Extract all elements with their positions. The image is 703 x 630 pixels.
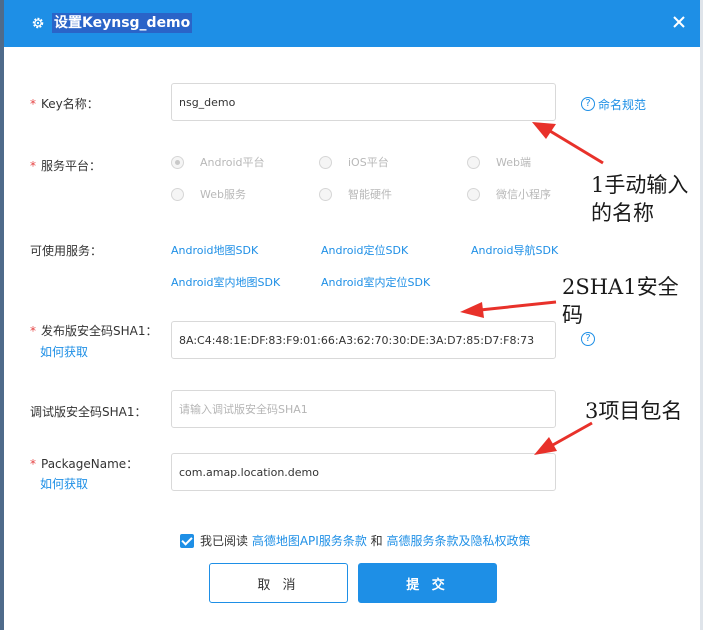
service-link-android-indoor-location[interactable]: Android室内定位SDK xyxy=(321,274,430,290)
cancel-button[interactable]: 取 消 xyxy=(209,563,348,603)
key-name-input[interactable] xyxy=(171,83,556,121)
radio-web[interactable]: Web端 xyxy=(467,154,531,170)
api-terms-link[interactable]: 高德地图API服务条款 xyxy=(252,532,367,549)
service-link-android-map[interactable]: Android地图SDK xyxy=(171,242,258,258)
radio-web-service[interactable]: Web服务 xyxy=(171,186,246,202)
service-link-android-navigation[interactable]: Android导航SDK xyxy=(471,242,558,258)
release-sha1-input[interactable] xyxy=(171,321,556,359)
service-link-android-indoor-map[interactable]: Android室内地图SDK xyxy=(171,274,280,290)
naming-rules-link[interactable]: 命名规范 xyxy=(598,96,646,113)
agreement-prefix: 我已阅读 xyxy=(200,534,249,548)
package-name-input[interactable] xyxy=(171,453,556,491)
close-icon[interactable] xyxy=(672,15,686,29)
agreement-row: 我已阅读 高德地图API服务条款 和 高德服务条款及隐私权政策 xyxy=(180,532,531,549)
radio-circle xyxy=(319,187,332,201)
help-icon[interactable]: ? xyxy=(581,97,595,111)
radio-circle xyxy=(467,155,480,169)
radio-circle xyxy=(319,155,332,169)
services-label: 可使用服务： xyxy=(30,244,103,258)
submit-button[interactable]: 提 交 xyxy=(358,563,497,603)
dialog-title: 设置Keynsg_demo xyxy=(52,13,193,33)
agreement-conj: 和 xyxy=(370,534,383,548)
radio-circle xyxy=(171,155,184,169)
help-icon[interactable]: ? xyxy=(581,332,595,346)
how-to-get-link[interactable]: 如何获取 xyxy=(40,343,88,360)
radio-circle xyxy=(171,187,184,201)
package-name-label: * PackageName： xyxy=(30,457,139,471)
key-name-label: * Key名称： xyxy=(30,97,99,111)
radio-wechat-miniprogram[interactable]: 微信小程序 xyxy=(467,186,551,202)
annotation-3: 3项目包名 xyxy=(585,399,683,423)
radio-ios[interactable]: iOS平台 xyxy=(319,154,389,170)
gear-icon xyxy=(32,17,44,29)
radio-android[interactable]: Android平台 xyxy=(171,154,265,170)
how-to-get-link[interactable]: 如何获取 xyxy=(40,475,88,492)
radio-circle xyxy=(467,187,480,201)
radio-smart-hardware[interactable]: 智能硬件 xyxy=(319,186,392,202)
agreement-checkbox[interactable] xyxy=(180,533,194,548)
privacy-policy-link[interactable]: 高德服务条款及隐私权政策 xyxy=(387,532,531,549)
annotation-1: 1手动输入 的名称 xyxy=(591,173,689,225)
service-link-android-location[interactable]: Android定位SDK xyxy=(321,242,408,258)
platform-label: * 服务平台： xyxy=(30,159,102,173)
debug-sha1-label: 调试版安全码SHA1： xyxy=(30,405,147,419)
release-sha1-label: * 发布版安全码SHA1： xyxy=(30,324,158,338)
annotation-2: 2SHA1安全 码 xyxy=(562,275,679,327)
dialog-header: 设置Keynsg_demo xyxy=(4,0,700,47)
debug-sha1-input[interactable] xyxy=(171,390,556,428)
